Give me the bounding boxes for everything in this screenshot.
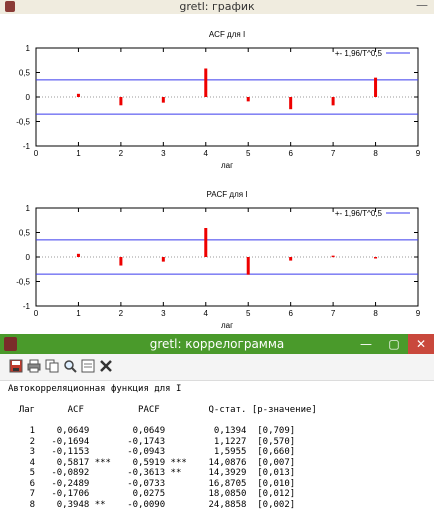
x-tick-label: 3 (161, 309, 166, 318)
bar-lag-2 (119, 257, 123, 266)
x-tick-label: 0 (34, 149, 39, 158)
y-tick-label: 0,5 (19, 229, 31, 238)
x-tick-label: 7 (331, 149, 336, 158)
x-tick-label: 9 (416, 309, 421, 318)
y-tick-label: 1 (26, 204, 31, 213)
legend-label: +- 1,96/T^0,5 (335, 209, 383, 218)
bar-lag-2 (119, 97, 123, 106)
maximize-button[interactable]: ▢ (380, 334, 408, 354)
x-tick-label: 1 (76, 149, 81, 158)
correlogram-plots: ACF для I10,50-0,5-10 1 2 3 4 5 6 7 8 9лаг+- 1,96… (16, 30, 421, 330)
bar-lag-5 (246, 97, 250, 102)
x-tick-label: 6 (288, 149, 293, 158)
x-tick-label: 5 (246, 149, 251, 158)
bar-lag-5 (246, 257, 250, 275)
graph-titlebar: gretl: график — (0, 0, 434, 14)
correlogram-text-output[interactable]: Автокорреляционная функция для I Лаг ACF… (0, 381, 434, 532)
correlogram-window: gretl: коррелограмма — ▢ ✕ Автокорреляци… (0, 334, 434, 532)
x-tick-label: 9 (416, 149, 421, 158)
chart-title: PACF для I (206, 190, 247, 199)
x-tick-label: 4 (204, 309, 209, 318)
save-icon[interactable] (8, 358, 24, 374)
close-window-button[interactable]: ✕ (408, 334, 434, 354)
x-tick-label: 8 (373, 149, 378, 158)
x-tick-label: 3 (161, 149, 166, 158)
x-tick-label: 1 (76, 309, 81, 318)
x-tick-label: 0 (34, 309, 39, 318)
y-tick-label: -1 (23, 302, 31, 311)
graph-window: gretl: график — ACF для I 1 0,5 0 -0,5 -1 0 1 2 3… (0, 0, 434, 340)
y-tick-label: 0,5 (19, 69, 31, 78)
minimize-button[interactable]: — (352, 334, 380, 354)
close-icon[interactable] (98, 358, 114, 374)
correlogram-toolbar (0, 354, 434, 381)
correlogram-titlebar: gretl: коррелограмма — ▢ ✕ (0, 334, 434, 354)
y-tick-label: -0,5 (16, 118, 30, 127)
bar-lag-7 (331, 97, 335, 106)
bar-lag-7 (331, 255, 335, 258)
bar-lag-4 (204, 68, 208, 97)
edit-icon[interactable] (80, 358, 96, 374)
y-tick-label: -1 (23, 142, 31, 151)
find-icon[interactable] (62, 358, 78, 374)
x-tick-label: 2 (119, 149, 124, 158)
bar-lag-4 (204, 227, 208, 257)
minimize-button[interactable]: — (416, 0, 428, 12)
chart-title: ACF для I (209, 30, 245, 39)
print-icon[interactable] (26, 358, 42, 374)
x-tick-label: 8 (373, 309, 378, 318)
graph-window-title: gretl: график (179, 0, 255, 13)
bar-lag-6 (289, 257, 293, 261)
bar-lag-8 (374, 257, 378, 259)
x-axis-label: лаг (221, 161, 233, 170)
correlogram-table: Автокорреляционная функция для I Лаг ACF… (8, 384, 317, 510)
x-tick-label: 4 (204, 149, 209, 158)
x-tick-label: 5 (246, 309, 251, 318)
y-tick-label: 0 (26, 253, 31, 262)
y-tick-label: 1 (26, 44, 31, 53)
y-tick-label: -0,5 (16, 278, 30, 287)
x-tick-label: 6 (288, 309, 293, 318)
legend-label: +- 1,96/T^0,5 (335, 49, 383, 58)
copy-icon[interactable] (44, 358, 60, 374)
bar-lag-1 (76, 93, 80, 97)
x-axis-label: лаг (221, 321, 233, 330)
bar-lag-3 (161, 97, 165, 103)
bar-lag-8 (374, 77, 378, 97)
x-tick-label: 7 (331, 309, 336, 318)
bar-lag-6 (289, 97, 293, 110)
bar-lag-3 (161, 257, 165, 262)
bar-lag-1 (76, 253, 80, 257)
x-tick-label: 2 (119, 309, 124, 318)
y-tick-label: 0 (26, 93, 31, 102)
